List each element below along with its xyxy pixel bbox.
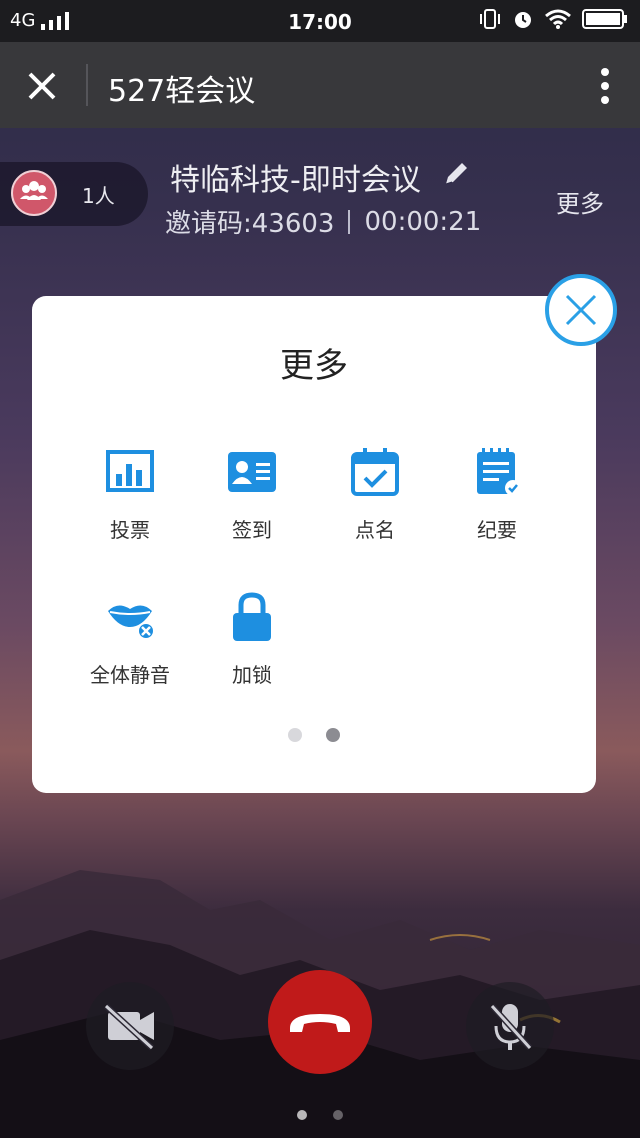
close-panel-button[interactable] — [545, 274, 617, 346]
more-vert-icon[interactable] — [600, 66, 610, 106]
lock-button[interactable]: 加锁 — [191, 591, 313, 688]
alarm-icon — [515, 12, 531, 28]
title-bar: 527轻会议 — [0, 42, 640, 128]
lock-label: 加锁 — [232, 663, 272, 687]
page-dot-1[interactable] — [288, 728, 302, 742]
meeting-info: 邀请码:43603 00:00:21 — [165, 203, 481, 240]
sign-in-label: 签到 — [232, 518, 272, 542]
vote-button[interactable]: 投票 — [69, 446, 191, 543]
close-circle-icon — [565, 294, 597, 326]
more-panel: 更多 投票 签到 点名 纪要 全体静音 加锁 — [32, 296, 596, 793]
mic-off-icon — [489, 1003, 533, 1051]
hangup-icon — [290, 1014, 350, 1032]
vibrate-icon — [480, 9, 500, 29]
edit-pencil-icon[interactable] — [442, 158, 472, 188]
vote-label: 投票 — [110, 518, 150, 542]
camera-toggle-button[interactable] — [86, 982, 174, 1070]
participant-count: 1人 — [82, 184, 115, 208]
bottom-dot-1[interactable] — [297, 1110, 307, 1120]
page-indicator — [32, 728, 596, 742]
invite-code: 邀请码:43603 — [165, 209, 335, 239]
sign-in-card-icon — [228, 452, 276, 492]
minutes-label: 纪要 — [477, 518, 517, 542]
minutes-button[interactable]: 纪要 — [436, 446, 558, 543]
wifi-icon — [545, 9, 571, 29]
camera-off-icon — [103, 1003, 155, 1051]
status-icons — [478, 8, 628, 30]
meeting-name: 特临科技-即时会议 — [170, 163, 421, 198]
bottom-page-indicator — [0, 1110, 640, 1120]
mic-toggle-button[interactable] — [466, 982, 554, 1070]
lock-icon — [233, 592, 271, 641]
panel-title: 更多 — [280, 346, 348, 386]
status-bar: 4G 17:00 — [0, 0, 640, 42]
roll-call-calendar-icon — [351, 448, 399, 496]
mute-all-label: 全体静音 — [90, 663, 170, 687]
participants-avatar — [11, 170, 57, 216]
page-title: 527轻会议 — [108, 74, 256, 109]
participants-pill[interactable]: 1人 — [0, 162, 148, 226]
title-divider — [86, 64, 88, 106]
more-link[interactable]: 更多 — [556, 184, 604, 219]
roll-call-button[interactable]: 点名 — [314, 446, 436, 543]
info-divider — [348, 209, 351, 234]
page-dot-2[interactable] — [326, 728, 340, 742]
vote-chart-icon — [106, 450, 154, 492]
roll-call-label: 点名 — [355, 518, 395, 542]
hangup-button[interactable] — [268, 970, 372, 1074]
mute-all-lips-icon — [108, 605, 155, 640]
battery-icon — [582, 9, 627, 29]
minutes-notepad-icon — [477, 448, 521, 496]
bottom-dot-2[interactable] — [333, 1110, 343, 1120]
close-icon[interactable] — [22, 66, 62, 106]
people-group-icon — [20, 181, 48, 200]
mute-all-button[interactable]: 全体静音 — [69, 591, 191, 688]
sign-in-button[interactable]: 签到 — [191, 446, 313, 543]
meeting-duration: 00:00:21 — [364, 206, 482, 237]
